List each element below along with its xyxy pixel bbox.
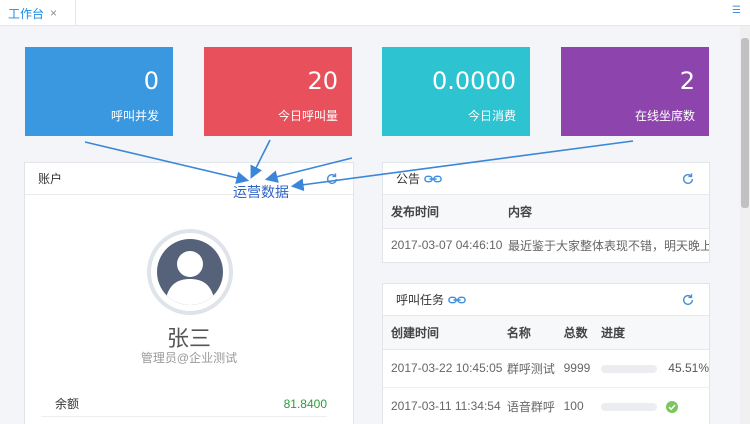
annotation-arrow xyxy=(290,140,634,192)
annotation-arrow xyxy=(264,157,353,183)
annotation-arrow xyxy=(250,139,271,179)
annotation-arrow xyxy=(84,141,250,185)
scrollbar-thumb[interactable] xyxy=(741,38,749,208)
annotation-arrows xyxy=(84,139,634,192)
annotation-label: 运营数据 xyxy=(233,184,289,200)
scrollbar[interactable] xyxy=(740,26,750,424)
